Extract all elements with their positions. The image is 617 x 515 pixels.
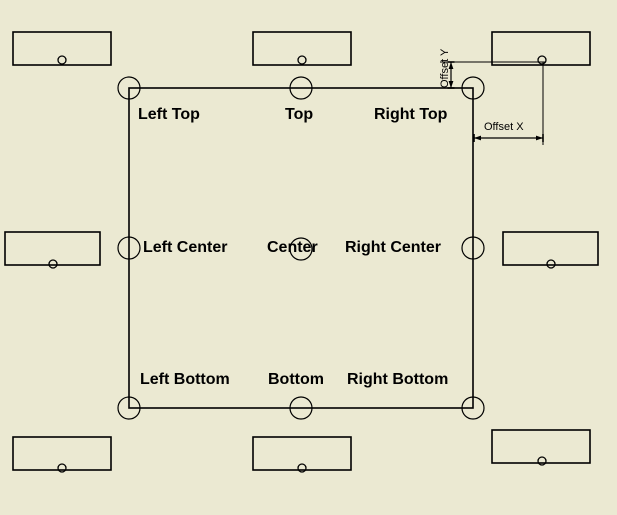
callout-box-left-center-anchor-dot [48,259,58,269]
dimension-label-offset-y: Offset Y [439,48,451,88]
callout-box-left-top-anchor-dot [57,55,67,65]
anchor-label-center: Center [267,239,318,256]
callout-box-bottom-rect [252,436,352,471]
dimension-label-offset-x: Offset X [484,121,524,133]
callout-box-left-center[interactable] [4,231,101,269]
callout-box-bottom[interactable] [252,436,352,473]
callout-box-left-bottom[interactable] [12,436,112,473]
anchor-label-top: Top [285,106,314,123]
anchor-label-left-bottom: Left Bottom [140,371,230,388]
offset-x-dimension [473,134,544,142]
diagram-canvas: Left Top Top Right Top Left Center Center Rig… [0,0,617,515]
callout-box-right-top-anchor-dot [537,55,547,65]
anchor-label-bottom: Bottom [268,371,324,388]
callout-box-top-rect [252,31,352,66]
callout-box-right-top[interactable] [491,31,591,66]
anchor-label-right-bottom: Right Bottom [347,371,449,388]
callout-box-top-anchor-dot [297,55,307,65]
callout-box-left-bottom-rect [12,436,112,471]
callout-box-right-top-rect [491,31,591,66]
offset-x-arrow-1 [536,135,543,141]
callout-box-right-center-anchor-dot [546,259,556,269]
callout-box-left-top[interactable] [12,31,112,66]
callout-box-top[interactable] [252,31,352,66]
callout-box-right-bottom-rect [491,429,591,464]
callout-box-right-bottom[interactable] [491,429,591,466]
anchor-label-left-top: Left Top [138,106,200,123]
callout-box-left-top-rect [12,31,112,66]
anchor-label-right-center: Right Center [345,239,441,256]
offset-x-arrow-0 [474,135,481,141]
callout-box-right-center[interactable] [502,231,599,269]
diagram-vector-layer [4,31,599,473]
anchor-label-left-center: Left Center [143,239,228,256]
anchor-label-right-top: Right Top [374,106,448,123]
